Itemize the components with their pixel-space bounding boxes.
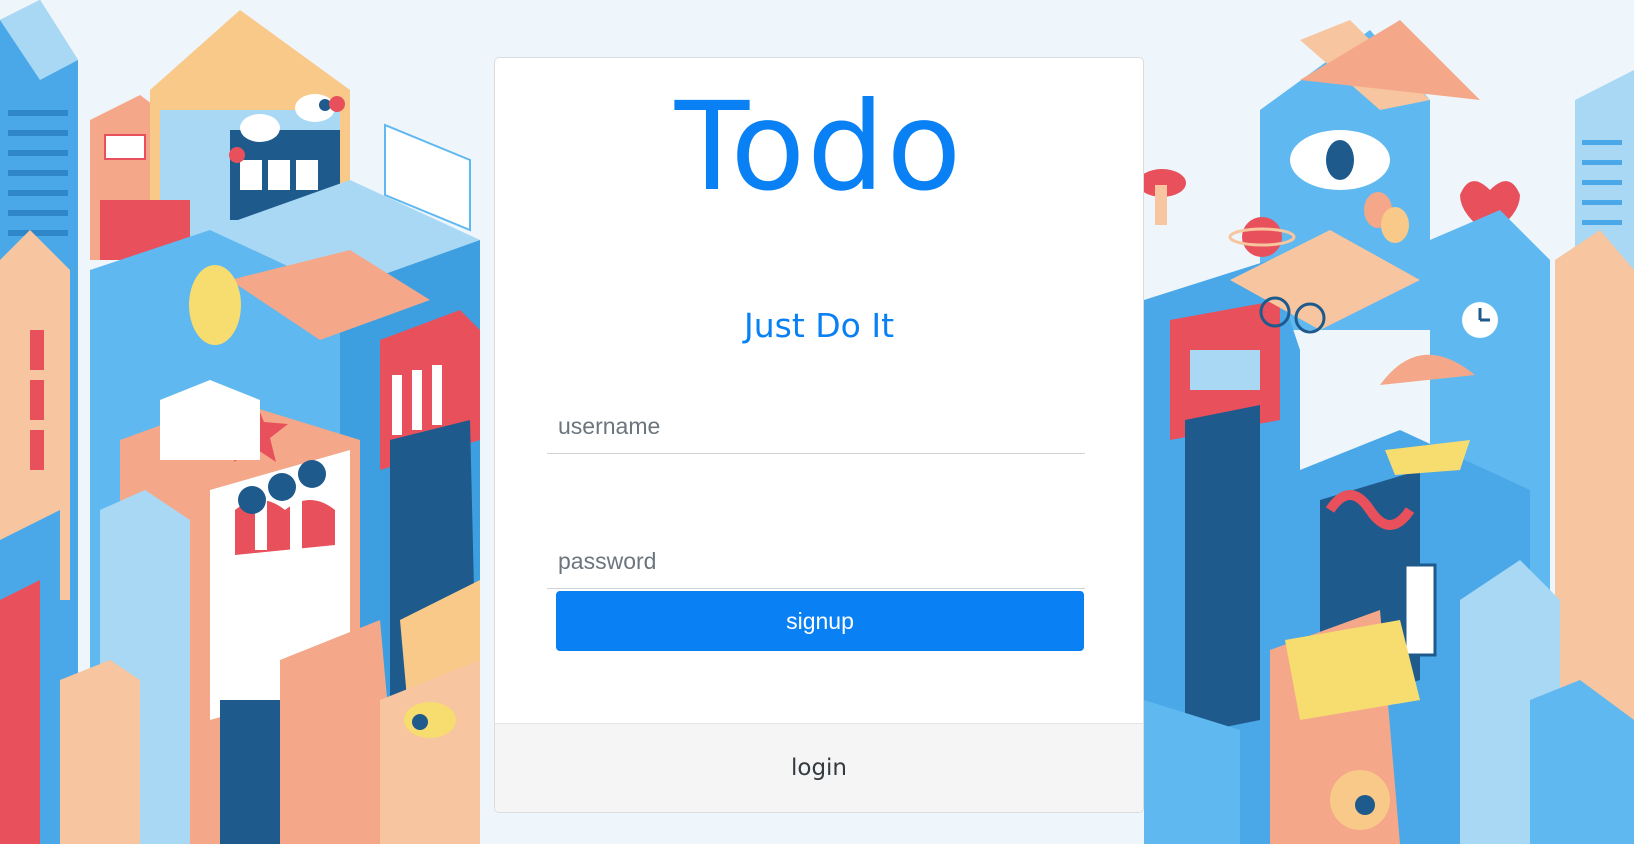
password-input[interactable] [547, 535, 1085, 589]
signup-button[interactable]: signup [556, 591, 1084, 651]
signup-card: Todo Just Do It signup login [494, 57, 1144, 813]
login-link[interactable]: login [791, 755, 847, 781]
app-title: Todo [674, 76, 964, 218]
right-city-buildings [1138, 0, 1634, 844]
app-tagline: Just Do It [743, 306, 895, 345]
card-footer: login [495, 723, 1143, 812]
username-input[interactable] [547, 400, 1085, 454]
signup-page: Todo Just Do It signup login [0, 0, 1634, 844]
